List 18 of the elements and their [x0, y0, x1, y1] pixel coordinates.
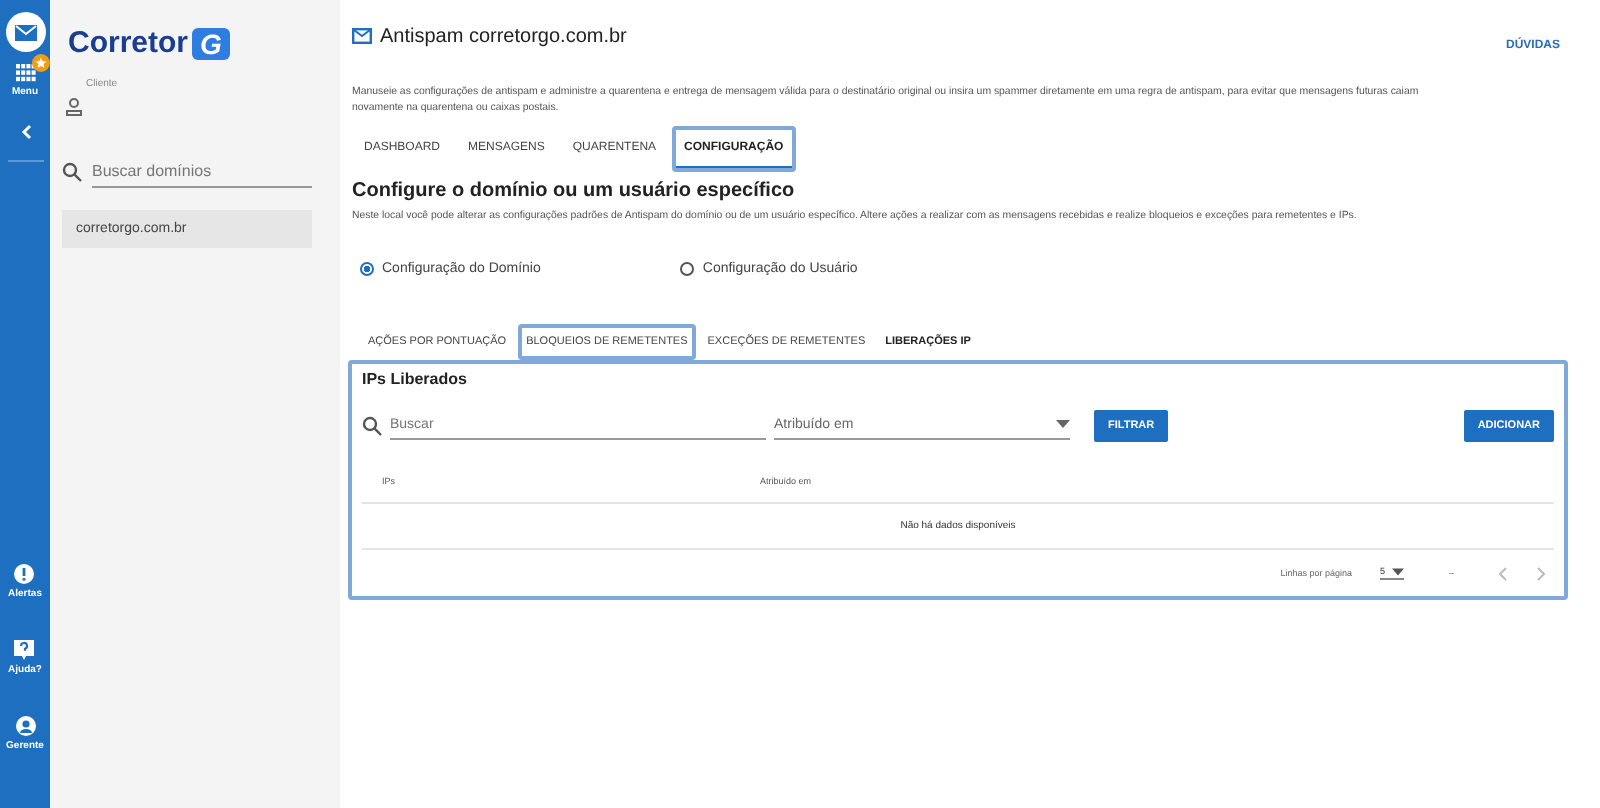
caret-icon [1392, 567, 1405, 576]
logo: Corretor G [68, 26, 312, 60]
radio-button[interactable] [360, 261, 374, 276]
grid-icon [15, 64, 35, 82]
person-icon [66, 98, 82, 116]
caret-icon [1056, 420, 1070, 429]
search-icon [62, 162, 82, 182]
mail-icon[interactable] [5, 12, 45, 52]
person-icon [15, 716, 35, 736]
page-title: Antispam corretorgo.com.br [380, 25, 627, 47]
help-icon [14, 640, 35, 660]
alert-icon [14, 564, 35, 584]
panel-title: IPs Liberados [362, 369, 469, 388]
mail-icon [352, 28, 372, 44]
radio-button[interactable] [680, 261, 695, 276]
section-title: Configure o domínio ou um usuário específico [352, 179, 797, 202]
search-icon [362, 415, 382, 436]
domain-search-field[interactable]: Buscar domínios [92, 156, 312, 188]
